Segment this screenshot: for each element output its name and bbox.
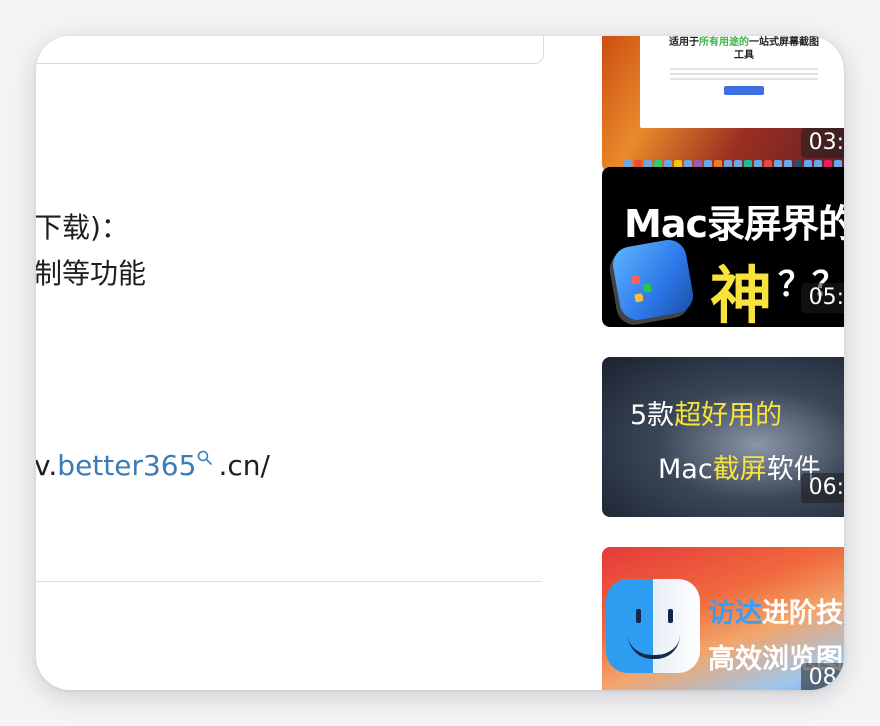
thumbnail-title: 访达进阶技 bbox=[708, 598, 843, 629]
video-thumbnail[interactable]: Mac录屏界的 神 ？？ 05:2 bbox=[602, 167, 844, 327]
url-prefix: v. bbox=[36, 449, 58, 482]
article-text-line: 下载)： bbox=[36, 211, 129, 244]
content-card: 下载)： 制等功能 v.better365 .cn/ 适用于所有用途的一站式屏幕截… bbox=[36, 36, 844, 690]
video-thumbnail[interactable]: 适用于所有用途的一站式屏幕截图 工具 03:1 bbox=[602, 36, 844, 172]
thumbnail-subtitle: Mac截屏软件 bbox=[658, 454, 821, 485]
video-duration: 06:0 bbox=[800, 472, 844, 503]
thumbnail-title: Mac录屏界的 bbox=[624, 202, 844, 246]
url-suffix: .cn/ bbox=[218, 449, 270, 482]
video-duration: 03:1 bbox=[800, 127, 844, 158]
thumbnail-title: 适用于所有用途的一站式屏幕截图 工具 bbox=[669, 37, 819, 61]
video-thumbnail[interactable]: 访达进阶技 高效浏览图 08:0 bbox=[602, 547, 844, 690]
screenshot-window: 适用于所有用途的一站式屏幕截图 工具 bbox=[640, 36, 844, 128]
url-link[interactable]: better365 bbox=[57, 449, 196, 482]
divider bbox=[36, 581, 542, 582]
video-thumbnail[interactable]: 5款超好用的 Mac截屏软件 06:0 bbox=[602, 357, 844, 517]
thumbnail-title: 5款超好用的 bbox=[630, 400, 783, 431]
article-text-line: 制等功能 bbox=[36, 257, 147, 290]
finder-icon bbox=[606, 579, 700, 673]
video-duration: 08:0 bbox=[800, 662, 844, 690]
download-button-graphic bbox=[724, 86, 764, 95]
video-duration: 05:2 bbox=[800, 282, 844, 313]
app-icon bbox=[610, 237, 696, 323]
article-url-line: v.better365 .cn/ bbox=[36, 449, 270, 482]
thumbnail-title-big: 神 bbox=[710, 259, 773, 327]
search-icon[interactable] bbox=[196, 450, 218, 480]
comment-box[interactable] bbox=[36, 36, 544, 64]
